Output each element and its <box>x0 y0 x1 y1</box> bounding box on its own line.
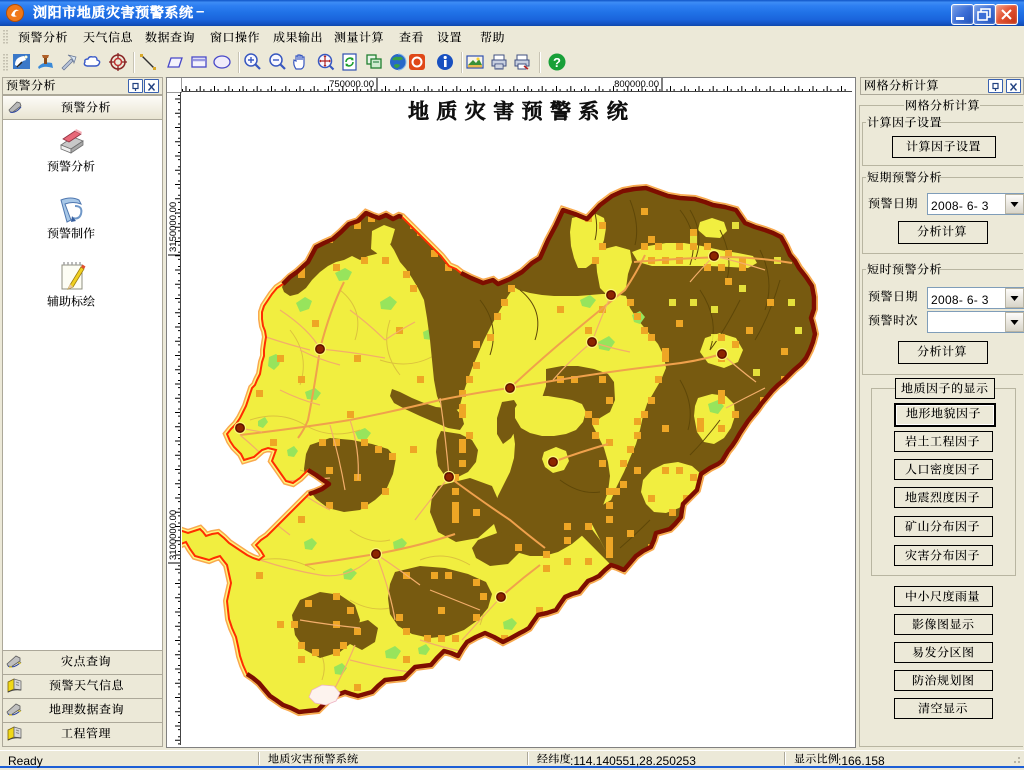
svg-text:3150000.00: 3150000.00 <box>168 202 179 252</box>
svg-text:800000.00: 800000.00 <box>614 79 659 90</box>
svg-text:?: ? <box>553 55 561 70</box>
svg-text:3100000.00: 3100000.00 <box>168 510 179 560</box>
svg-text:750000.00: 750000.00 <box>329 79 374 90</box>
